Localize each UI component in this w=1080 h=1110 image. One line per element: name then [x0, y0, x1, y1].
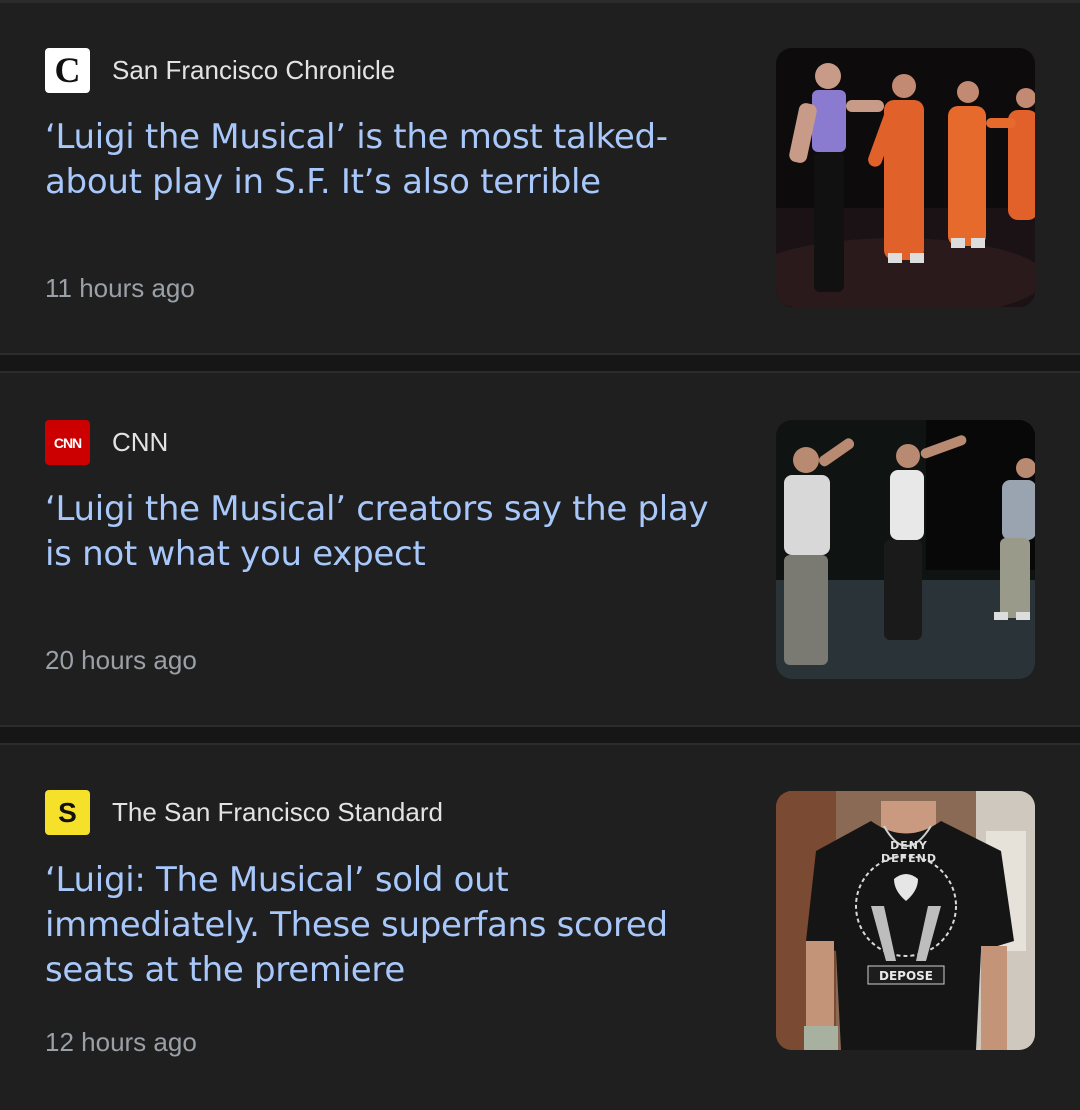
news-feed: C San Francisco Chronicle ‘Luigi the Mus…: [0, 0, 1080, 1110]
article-source: CNN CNN: [45, 420, 168, 465]
fan-tshirt-image: [776, 791, 1035, 1050]
card-divider: [0, 353, 1080, 373]
shirt-text-top: DENY DEFEND: [864, 839, 954, 865]
sf-chronicle-logo-icon: C: [45, 48, 90, 93]
article-timestamp: 11 hours ago: [45, 273, 195, 303]
article-thumbnail[interactable]: [776, 420, 1035, 679]
article-timestamp: 20 hours ago: [45, 645, 197, 675]
stage-performers-image: [776, 420, 1035, 679]
shirt-word-defend: DEFEND: [880, 852, 937, 865]
stage-performers-image: [776, 48, 1035, 307]
shirt-word-depose: DEPOSE: [879, 969, 933, 983]
source-name: CNN: [112, 427, 169, 457]
source-name: The San Francisco Standard: [112, 797, 443, 827]
sf-standard-logo-icon: S: [45, 790, 90, 835]
shirt-word-deny: DENY: [890, 839, 928, 852]
article-card-sfchronicle[interactable]: C San Francisco Chronicle ‘Luigi the Mus…: [0, 0, 1080, 353]
article-thumbnail[interactable]: DENY DEFEND DEPOSE: [776, 791, 1035, 1050]
article-source: S The San Francisco Standard: [45, 790, 443, 835]
article-card-sfstandard[interactable]: S The San Francisco Standard ‘Luigi: The…: [0, 745, 1080, 1110]
article-headline[interactable]: ‘Luigi the Musical’ is the most talked-a…: [45, 115, 725, 205]
article-headline[interactable]: ‘Luigi: The Musical’ sold out immediatel…: [45, 858, 725, 993]
article-source: C San Francisco Chronicle: [45, 48, 395, 93]
source-name: San Francisco Chronicle: [112, 55, 396, 85]
card-divider: [0, 725, 1080, 745]
article-timestamp: 12 hours ago: [45, 1027, 197, 1057]
article-headline[interactable]: ‘Luigi the Musical’ creators say the pla…: [45, 487, 725, 577]
article-card-cnn[interactable]: CNN CNN ‘Luigi the Musical’ creators say…: [0, 373, 1080, 725]
article-thumbnail[interactable]: [776, 48, 1035, 307]
cnn-logo-icon: CNN: [45, 420, 90, 465]
